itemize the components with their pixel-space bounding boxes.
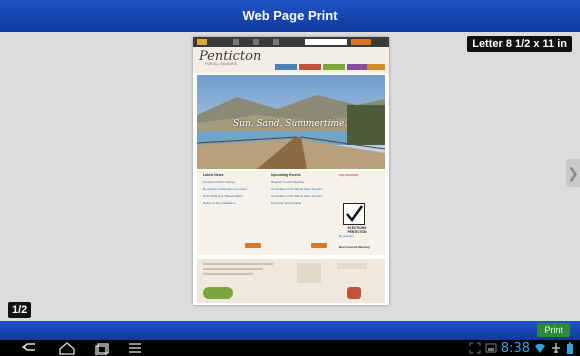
- news-item: 2011 Parking & Transportation: [203, 194, 244, 198]
- event-item: Committee of the Whole Open Session: [271, 194, 323, 198]
- page-indicator: 1/2: [8, 302, 32, 318]
- wifi-icon: [535, 343, 545, 353]
- status-area: 8:38: [469, 340, 574, 356]
- paper-size-badge[interactable]: Letter 8 1/2 x 11 in: [467, 36, 572, 52]
- preview-nav-5: [367, 64, 385, 70]
- side-link: By-election: [339, 234, 354, 238]
- preview-hero-text: Sun. Sand. Summertime.: [233, 119, 348, 129]
- screenshot-icon: [485, 343, 497, 353]
- news-item: Penticton Online Survey: [203, 180, 236, 184]
- preview-events-column: Upcoming Events Regular Council Meeting …: [271, 173, 335, 205]
- airplane-icon: [552, 343, 560, 353]
- event-item: Committee of the Whole Open Session: [271, 187, 323, 191]
- checkmark-icon: [343, 203, 365, 225]
- side-title: City Spotlight: [339, 173, 359, 177]
- preview-nav-4: [347, 64, 369, 70]
- preview-footer: [197, 259, 385, 303]
- events-title: Upcoming Events: [271, 173, 301, 177]
- page-preview: Penticton FOR ALL SEASONS Sun. Sand. Sum…: [193, 37, 389, 305]
- preview-nav-1: [275, 64, 297, 70]
- recent-apps-icon[interactable]: [93, 341, 113, 355]
- preview-news-column: Latest News Penticton Online Survey By-e…: [203, 173, 263, 205]
- news-item: Notice of Tax Installation: [203, 201, 236, 205]
- expand-icon: [469, 342, 481, 354]
- action-bar: Print: [0, 321, 580, 340]
- home-icon[interactable]: [57, 341, 77, 355]
- system-nav-bar: 8:38: [0, 340, 580, 356]
- preview-nav-3: [323, 64, 345, 70]
- news-title: Latest News: [203, 173, 224, 177]
- side-meeting: Next Council Meeting: [339, 245, 370, 249]
- news-item: By-election Information for voters: [203, 187, 248, 191]
- battery-icon: [567, 342, 573, 354]
- event-item: Fireworks and Festival: [271, 201, 302, 205]
- event-item: Regular Council Meeting: [271, 180, 304, 184]
- title-bar: Web Page Print: [0, 0, 580, 33]
- preview-search-button: [351, 39, 371, 45]
- preview-topbar: [193, 37, 389, 47]
- preview-more-events: [311, 243, 327, 248]
- menu-icon[interactable]: [125, 341, 145, 355]
- preview-more-news: [245, 243, 261, 248]
- next-page-icon[interactable]: ❯: [566, 159, 580, 187]
- back-icon[interactable]: [20, 341, 40, 355]
- print-button[interactable]: Print: [537, 323, 570, 337]
- preview-nav-2: [299, 64, 321, 70]
- status-time: 8:38: [500, 340, 530, 356]
- preview-search-box: [305, 39, 347, 45]
- elections-label: ELECTIONS PENTICTON: [347, 226, 367, 234]
- preview-logo-sub: FOR ALL SEASONS: [205, 62, 238, 66]
- window-title: Web Page Print: [242, 8, 338, 23]
